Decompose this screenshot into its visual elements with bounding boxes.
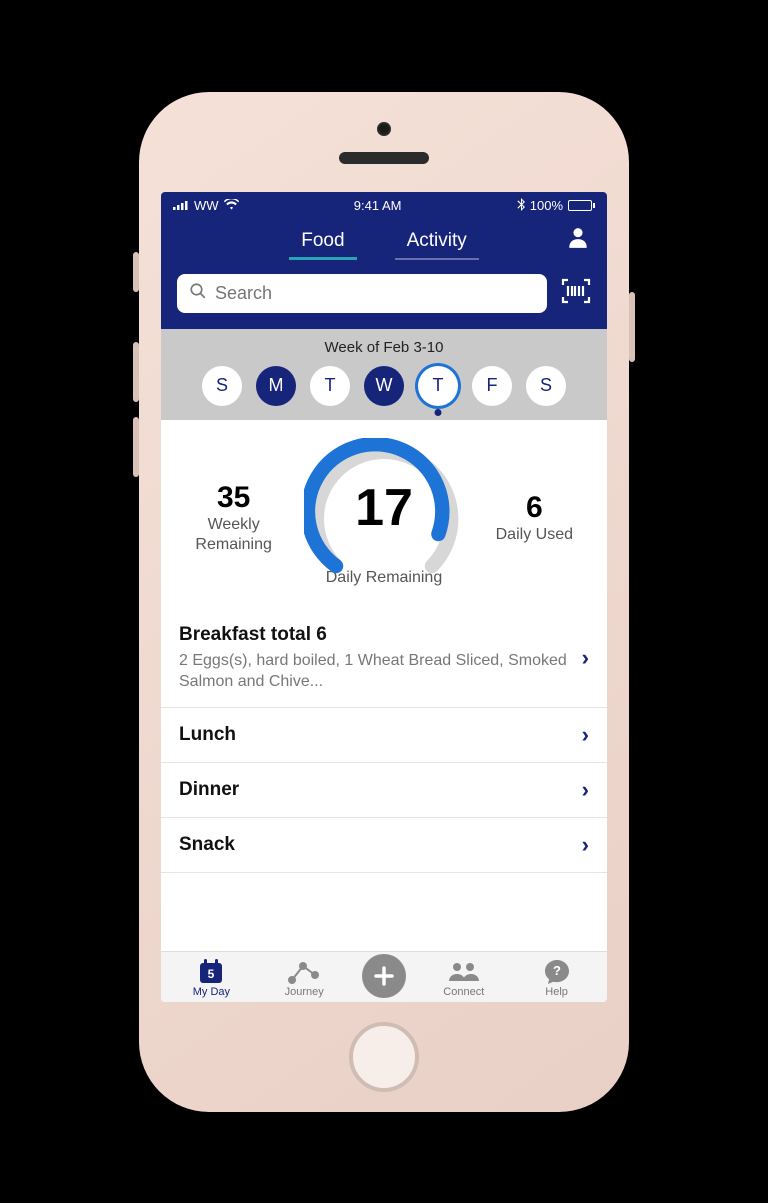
meal-title: Lunch [179, 724, 570, 746]
tab-help[interactable]: ? Help [522, 958, 592, 998]
meal-row-1[interactable]: Lunch › [161, 708, 607, 763]
journey-icon [269, 958, 339, 986]
search-icon [189, 282, 207, 305]
clock: 9:41 AM [354, 198, 402, 213]
tab-food[interactable]: Food [295, 226, 350, 260]
search-input[interactable] [215, 283, 535, 304]
tab-my-day[interactable]: 5 My Day [176, 958, 246, 998]
search-box[interactable] [177, 274, 547, 313]
bottom-tab-bar: 5 My Day Journey Connect [161, 951, 607, 1002]
bluetooth-icon [517, 198, 525, 214]
meal-list: Breakfast total 6 2 Eggs(s), hard boiled,… [161, 610, 607, 951]
week-strip: Week of Feb 3-10 SMTWTFS [161, 329, 607, 420]
top-tabs: Food Activity [161, 216, 607, 264]
help-icon: ? [522, 958, 592, 986]
carrier-label: WW [194, 198, 219, 213]
day-1[interactable]: M [256, 366, 296, 406]
chevron-right-icon: › [582, 777, 589, 803]
meal-title: Snack [179, 834, 570, 856]
weekly-remaining: 35 Weekly Remaining [179, 481, 289, 555]
svg-text:5: 5 [208, 967, 215, 981]
profile-icon[interactable] [565, 224, 591, 255]
meal-title: Dinner [179, 779, 570, 801]
wifi-icon [224, 198, 239, 213]
tab-activity[interactable]: Activity [401, 226, 473, 260]
signal-icon [173, 198, 189, 213]
chevron-right-icon: › [582, 645, 589, 671]
day-6[interactable]: S [526, 366, 566, 406]
calendar-icon: 5 [176, 958, 246, 986]
status-bar: WW 9:41 AM 100% [161, 192, 607, 216]
day-0[interactable]: S [202, 366, 242, 406]
meal-row-0[interactable]: Breakfast total 6 2 Eggs(s), hard boiled,… [161, 610, 607, 708]
day-4[interactable]: T [418, 366, 458, 406]
connect-icon [429, 958, 499, 986]
day-3[interactable]: W [364, 366, 404, 406]
day-5[interactable]: F [472, 366, 512, 406]
add-button[interactable] [362, 954, 406, 998]
chevron-right-icon: › [582, 722, 589, 748]
battery-percent: 100% [530, 198, 563, 213]
tab-journey[interactable]: Journey [269, 958, 339, 998]
battery-icon [568, 200, 595, 211]
tab-connect[interactable]: Connect [429, 958, 499, 998]
barcode-icon[interactable] [561, 278, 591, 309]
svg-text:?: ? [553, 963, 561, 978]
meal-row-2[interactable]: Dinner › [161, 763, 607, 818]
meal-title: Breakfast total 6 [179, 624, 570, 646]
meal-detail: 2 Eggs(s), hard boiled, 1 Wheat Bread Sl… [179, 650, 570, 693]
meal-row-3[interactable]: Snack › [161, 818, 607, 873]
daily-used: 6 Daily Used [479, 491, 589, 545]
day-2[interactable]: T [310, 366, 350, 406]
points-summary: 35 Weekly Remaining 17 Daily Remaining 6… [161, 420, 607, 610]
week-label: Week of Feb 3-10 [161, 339, 607, 356]
daily-gauge[interactable]: 17 Daily Remaining [304, 448, 464, 588]
chevron-right-icon: › [582, 832, 589, 858]
